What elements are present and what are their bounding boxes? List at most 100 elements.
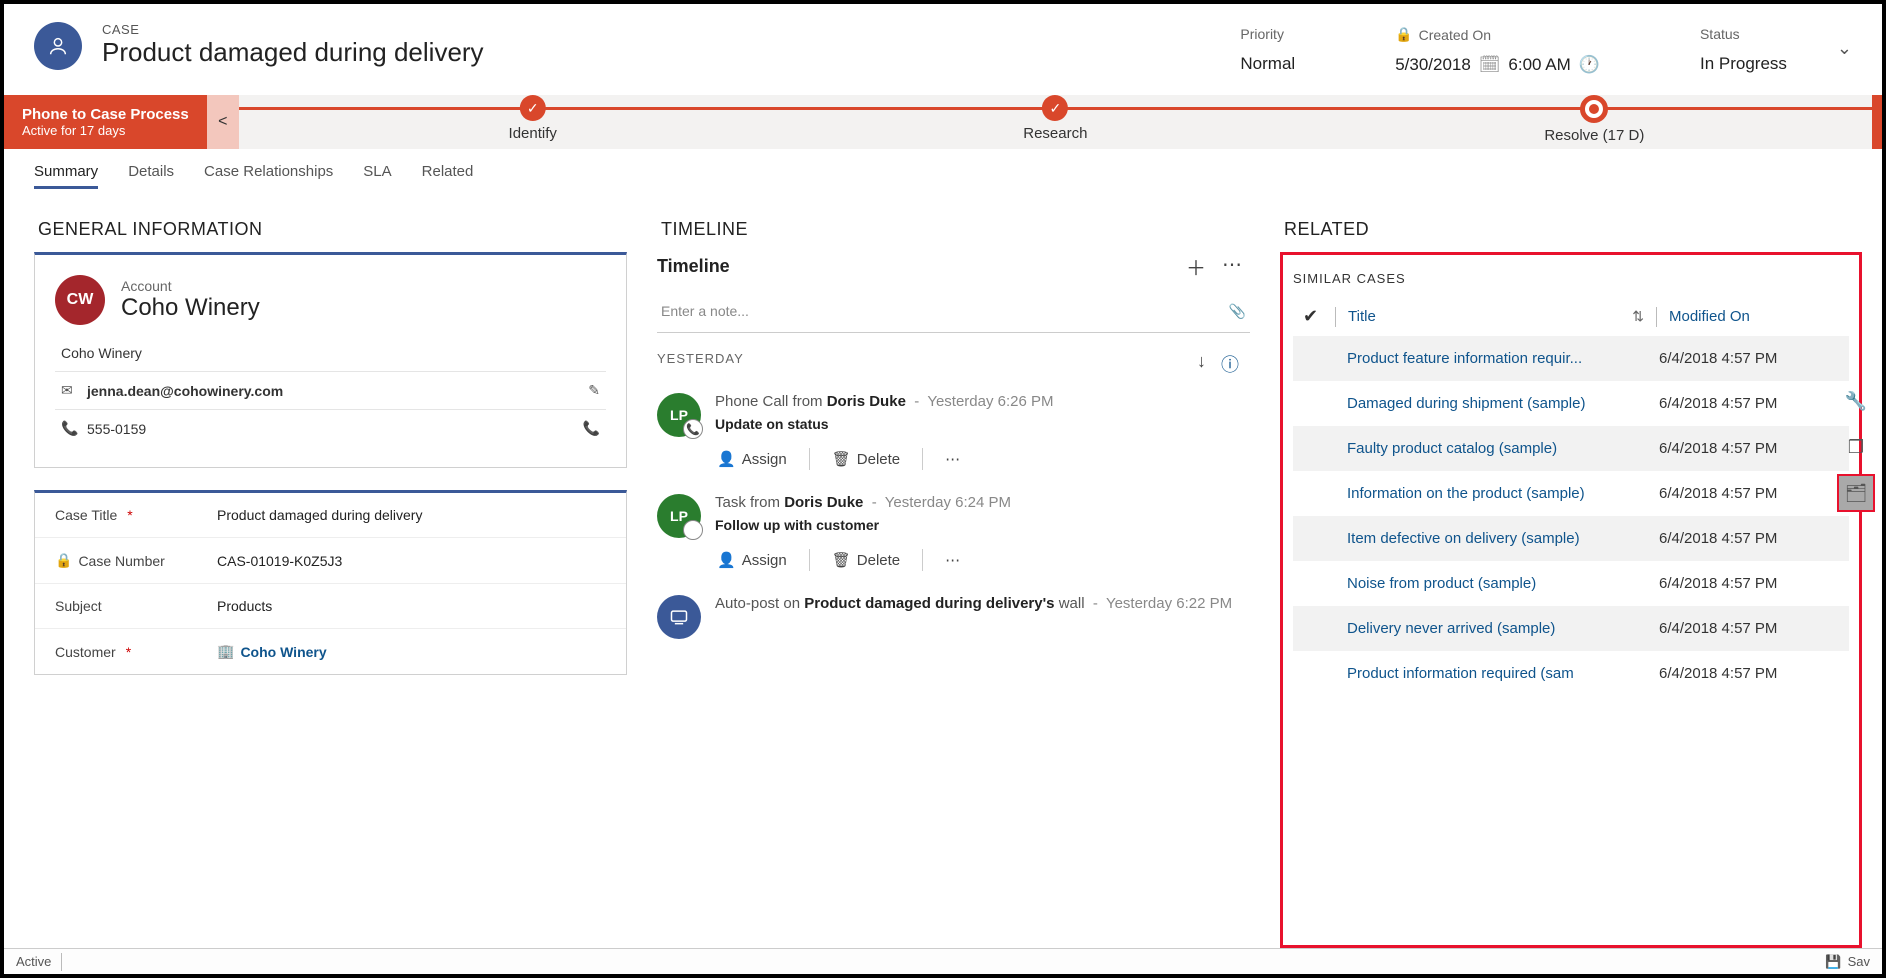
similar-cases-panel: SIMILAR CASES ✔ Title ⇅ Modified On Prod… — [1280, 252, 1862, 948]
timeline-prefix: Phone Call from — [715, 393, 827, 410]
case-header: CASE Product damaged during delivery Pri… — [4, 4, 1882, 95]
similar-case-title[interactable]: Damaged during shipment (sample) — [1347, 395, 1659, 412]
delete-button[interactable]: 🗑Delete — [832, 450, 900, 468]
process-collapse-button[interactable]: < — [207, 95, 239, 149]
similar-case-title[interactable]: Item defective on delivery (sample) — [1347, 530, 1659, 547]
similar-case-title[interactable]: Product feature information requir... — [1347, 350, 1659, 367]
priority-value[interactable]: Normal — [1240, 54, 1295, 74]
email-line[interactable]: ✉jenna.dean@cohowinery.com ✎ — [55, 372, 606, 410]
header-expand-chevron-icon[interactable]: ⌄ — [1837, 38, 1852, 59]
column-title[interactable]: Title — [1348, 308, 1620, 325]
timeline-item-autopost[interactable]: Auto-post on Product damaged during deli… — [657, 579, 1250, 647]
timeline-who: Doris Duke — [827, 393, 906, 410]
tool-wrench-icon[interactable]: 🔧 — [1837, 382, 1875, 420]
similar-case-row[interactable]: Item defective on delivery (sample)6/4/2… — [1293, 516, 1849, 561]
timeline-more-icon[interactable]: ⋯ — [1222, 252, 1242, 281]
required-marker: * — [126, 644, 131, 660]
business-process-flow: Phone to Case Process Active for 17 days… — [4, 95, 1882, 149]
case-number-row[interactable]: 🔒Case Number CAS-01019-K0Z5J3 — [35, 538, 626, 584]
similar-case-title[interactable]: Faulty product catalog (sample) — [1347, 440, 1659, 457]
assign-button[interactable]: 👤Assign — [717, 450, 787, 468]
attachment-icon[interactable]: 📎 — [1229, 303, 1246, 320]
timeline-subject: Update on status — [715, 416, 1250, 432]
similar-case-row[interactable]: Product feature information requir...6/4… — [1293, 336, 1849, 381]
lock-icon: 🔒 — [1395, 26, 1412, 43]
avatar-initials: LP — [670, 508, 688, 524]
timeline-who: Doris Duke — [784, 494, 863, 511]
assign-label: Assign — [742, 451, 787, 468]
email-value: jenna.dean@cohowinery.com — [87, 383, 283, 399]
assign-button[interactable]: 👤Assign — [717, 551, 787, 569]
similar-case-row[interactable]: Damaged during shipment (sample)6/4/2018… — [1293, 381, 1849, 426]
tab-related[interactable]: Related — [422, 163, 474, 189]
timeline-section-label: YESTERDAY — [657, 351, 744, 377]
customer-link-text: Coho Winery — [240, 644, 326, 660]
status-value[interactable]: In Progress — [1700, 54, 1787, 74]
similar-case-title[interactable]: Delivery never arrived (sample) — [1347, 620, 1659, 637]
timeline-when: Yesterday 6:22 PM — [1106, 595, 1232, 612]
similar-cases-rows: Product feature information requir... 6/4… — [1293, 336, 1849, 939]
calendar-icon[interactable]: 🗓 — [1479, 55, 1501, 75]
timeline-info-icon[interactable]: ⓘ — [1221, 351, 1240, 377]
similar-case-title[interactable]: Noise from product (sample) — [1347, 575, 1659, 592]
stage-identify[interactable]: ✓ Identify — [509, 95, 557, 142]
sort-icon[interactable]: ⇅ — [1632, 308, 1644, 325]
timeline-avatar: LP 📞 — [657, 393, 701, 437]
tab-case-relationships[interactable]: Case Relationships — [204, 163, 333, 189]
timeline-when: Yesterday 6:26 PM — [927, 393, 1053, 410]
timeline-section-yesterday: YESTERDAY ↓ ⓘ LP 📞 Phone Call from Doris — [657, 351, 1250, 647]
timeline-note-input[interactable]: Enter a note... 📎 — [657, 291, 1250, 333]
phone-icon: 📞 — [61, 420, 79, 437]
company-line[interactable]: Coho Winery — [55, 335, 606, 372]
timeline-prefix: Auto-post on — [715, 595, 804, 612]
stage-resolve[interactable]: Resolve (17 D) — [1544, 95, 1644, 144]
similar-case-title[interactable]: Information on the product (sample) — [1347, 485, 1659, 502]
similar-case-row[interactable]: Noise from product (sample)6/4/2018 4:57… — [1293, 561, 1849, 606]
select-all-check-icon[interactable]: ✔ — [1303, 306, 1323, 327]
more-actions-icon[interactable]: ⋯ — [945, 450, 960, 468]
stage-resolve-label: Resolve (17 D) — [1544, 127, 1644, 144]
similar-case-title[interactable]: Product information required (sam — [1347, 665, 1659, 682]
header-fields: Priority Normal 🔒 Created On 5/30/2018 🗓… — [1240, 22, 1787, 75]
tab-sla[interactable]: SLA — [363, 163, 391, 189]
timeline-collapse-icon[interactable]: ↓ — [1197, 351, 1207, 377]
phone-line[interactable]: 📞555-0159 📞 — [55, 410, 606, 447]
similar-cases-header-row: ✔ Title ⇅ Modified On — [1293, 298, 1849, 336]
similar-cases-heading: SIMILAR CASES — [1293, 271, 1849, 286]
timeline-item-phonecall[interactable]: LP 📞 Phone Call from Doris Duke - Yester… — [657, 377, 1250, 478]
similar-case-row[interactable]: Delivery never arrived (sample)6/4/2018 … — [1293, 606, 1849, 651]
case-number-value: CAS-01019-K0Z5J3 — [217, 553, 606, 569]
customer-value[interactable]: 🏢 Coho Winery — [217, 643, 606, 660]
case-title-row[interactable]: Case Title* Product damaged during deliv… — [35, 493, 626, 538]
tool-cube-icon[interactable]: ❒ — [1837, 428, 1875, 466]
save-icon[interactable]: 💾 — [1825, 954, 1841, 970]
tab-summary[interactable]: Summary — [34, 163, 98, 189]
required-marker: * — [127, 507, 132, 523]
similar-case-row[interactable]: Faulty product catalog (sample)6/4/2018 … — [1293, 426, 1849, 471]
similar-case-row[interactable]: Information on the product (sample)6/4/2… — [1293, 471, 1849, 516]
column-modified-on[interactable]: Modified On — [1669, 308, 1839, 325]
edit-email-icon[interactable]: ✎ — [588, 382, 600, 399]
created-on-label-text: Created On — [1419, 27, 1491, 43]
process-flyout[interactable]: Phone to Case Process Active for 17 days — [4, 95, 207, 149]
clock-icon[interactable]: 🕐 — [1579, 55, 1600, 75]
tool-similar-cases-icon[interactable]: 🗂 — [1837, 474, 1875, 512]
lock-icon: 🔒 — [55, 552, 72, 569]
tab-details[interactable]: Details — [128, 163, 174, 189]
account-name[interactable]: Coho Winery — [121, 294, 260, 322]
call-phone-icon[interactable]: 📞 — [583, 420, 600, 437]
subject-value: Products — [217, 598, 606, 614]
similar-case-modified: 6/4/2018 4:57 PM — [1659, 530, 1839, 547]
similar-case-row[interactable]: Product information required (sam6/4/201… — [1293, 651, 1849, 696]
delete-icon: 🗑 — [832, 450, 851, 468]
avatar-initials: LP — [670, 407, 688, 423]
delete-button[interactable]: 🗑Delete — [832, 551, 900, 569]
timeline-item-task[interactable]: LP ☑ Task from Doris Duke - Yesterday 6:… — [657, 478, 1250, 579]
stage-research[interactable]: ✓ Research — [1023, 95, 1087, 142]
customer-row[interactable]: Customer* 🏢 Coho Winery — [35, 629, 626, 674]
similar-case-modified: 6/4/2018 4:57 PM — [1659, 620, 1839, 637]
more-actions-icon[interactable]: ⋯ — [945, 551, 960, 569]
timeline-add-icon[interactable]: ＋ — [1186, 252, 1206, 281]
subject-row[interactable]: Subject Products — [35, 584, 626, 629]
productivity-pane: 🔧 ❒ 🗂 — [1837, 382, 1877, 512]
